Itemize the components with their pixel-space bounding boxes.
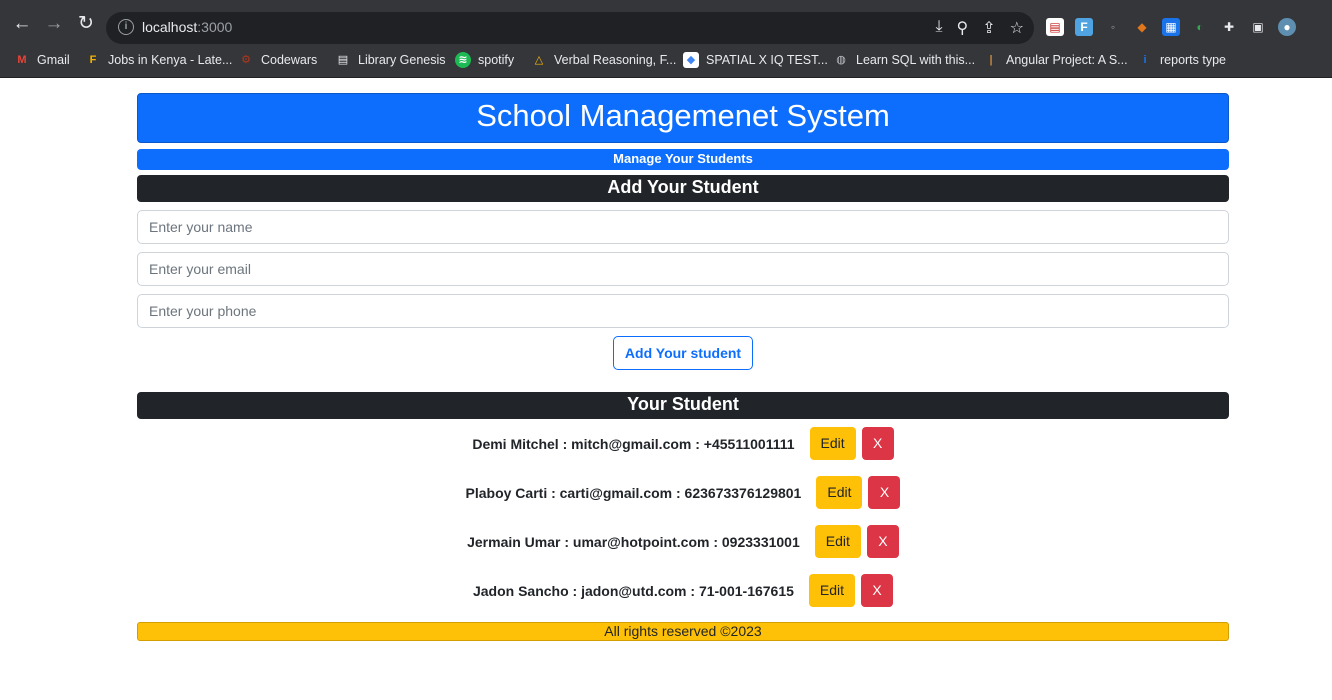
student-info: Demi Mitchel : mitch@gmail.com : +455110… (472, 435, 795, 452)
url-text[interactable]: localhost:3000 (142, 19, 232, 35)
share-icon[interactable]: ⇪ (982, 18, 995, 38)
bookmark-star-icon[interactable]: ☆ (1010, 18, 1024, 38)
page-content: School Managemenet System Manage Your St… (137, 93, 1229, 641)
email-input[interactable] (137, 252, 1229, 286)
browser-toolbar: ← → ↻ i localhost:3000 ⤓ ⚲ ⇪ ☆ ▤ F ◦ ◆ ▦… (0, 0, 1332, 44)
extension-icon[interactable]: ◦ (1104, 18, 1122, 36)
bookmarks-bar: M Gmail F Jobs in Kenya - Late... ⚙ Code… (0, 44, 1332, 78)
avatar[interactable]: ● (1278, 18, 1296, 36)
extension-icon[interactable]: F (1075, 18, 1093, 36)
globe-icon: ◍ (836, 54, 846, 66)
bookmark-gmail[interactable]: M Gmail (14, 52, 69, 68)
bookmark-spotify[interactable]: ≋ spotify (455, 52, 514, 68)
back-icon[interactable]: ← (12, 14, 32, 34)
bookmark-jobs[interactable]: F Jobs in Kenya - Late... (85, 52, 233, 68)
bookmark-library[interactable]: ▤ Library Genesis (335, 52, 446, 68)
address-bar[interactable]: i localhost:3000 ⤓ ⚲ ⇪ ☆ (106, 12, 1034, 44)
extension-icon[interactable]: ▤ (1046, 18, 1064, 36)
delete-button[interactable]: X (868, 476, 901, 509)
bookmark-verbal[interactable]: △ Verbal Reasoning, F... (531, 52, 677, 68)
bookmark-spatial[interactable]: ◆ SPATIAL X IQ TEST... (683, 52, 828, 68)
codewars-icon: ⚙ (241, 54, 251, 66)
add-student-button[interactable]: Add Your student (612, 336, 754, 370)
forward-icon[interactable]: → (44, 14, 64, 34)
site-info-icon[interactable]: i (118, 19, 134, 35)
list-item: Demi Mitchel : mitch@gmail.com : +455110… (137, 419, 1229, 468)
list-item: Jadon Sancho : jadon@utd.com : 71-001-16… (137, 566, 1229, 615)
name-input[interactable] (137, 210, 1229, 244)
drive-icon: △ (534, 54, 544, 66)
edit-button[interactable]: Edit (808, 574, 856, 607)
student-info: Plaboy Carti : carti@gmail.com : 6236733… (465, 484, 802, 501)
spotify-icon: ≋ (455, 52, 471, 68)
photo-icon: ◆ (683, 52, 699, 68)
edit-button[interactable]: Edit (816, 476, 863, 509)
reload-icon[interactable]: ↻ (76, 14, 96, 34)
student-info: Jadon Sancho : jadon@utd.com : 71-001-16… (472, 582, 794, 599)
edit-button[interactable]: Edit (814, 525, 861, 558)
page-title: School Managemenet System (137, 93, 1229, 143)
delete-button[interactable]: X (861, 427, 894, 460)
bookmark-codewars[interactable]: ⚙ Codewars (238, 52, 317, 68)
library-icon: ▤ (337, 54, 349, 66)
bookmark-sql[interactable]: ◍ Learn SQL with this... (833, 52, 975, 68)
install-icon[interactable]: ⤓ (935, 18, 942, 38)
zoom-icon[interactable]: ⚲ (957, 18, 969, 38)
gmail-icon: M (17, 54, 27, 66)
angular-icon: | (989, 54, 993, 66)
student-info: Jermain Umar : umar@hotpoint.com : 09233… (467, 533, 800, 550)
metamask-icon[interactable]: ◆ (1133, 18, 1151, 36)
list-item: Jermain Umar : umar@hotpoint.com : 09233… (137, 517, 1229, 566)
form-heading: Add Your Student (137, 175, 1229, 202)
reports-icon: i (1143, 54, 1147, 66)
footer: All rights reserved ©2023 (137, 622, 1229, 641)
puzzle-icon[interactable]: ✚ (1220, 18, 1238, 36)
page-subtitle: Manage Your Students (137, 149, 1229, 170)
extension-icon[interactable]: ◐ (1191, 18, 1209, 36)
side-panel-icon[interactable]: ▣ (1249, 18, 1267, 36)
edit-button[interactable]: Edit (809, 427, 856, 460)
list-item: Plaboy Carti : carti@gmail.com : 6236733… (137, 468, 1229, 517)
bookmark-angular[interactable]: | Angular Project: A S... (983, 52, 1127, 68)
jobs-icon: F (89, 54, 97, 66)
student-list-heading: Your Student (137, 392, 1229, 419)
phone-input[interactable] (137, 294, 1229, 328)
bookmark-reports[interactable]: i reports type (1137, 52, 1226, 68)
delete-button[interactable]: X (861, 574, 894, 607)
delete-button[interactable]: X (866, 525, 899, 558)
extension-icon[interactable]: ▦ (1162, 18, 1180, 36)
